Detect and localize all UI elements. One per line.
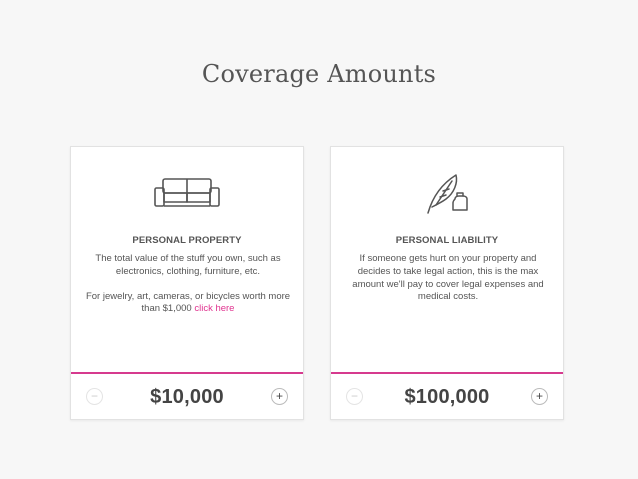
click-here-link[interactable]: click here [194, 303, 234, 314]
decrease-property-button[interactable]: − [86, 388, 103, 405]
personal-property-heading: PERSONAL PROPERTY [132, 235, 242, 246]
personal-liability-amount: $100,000 [404, 385, 490, 408]
personal-property-amount-control: − $10,000 + [71, 374, 303, 420]
quill-inkwell-icon [331, 171, 563, 215]
personal-property-note-text: For jewelry, art, cameras, or bicycles w… [85, 290, 291, 315]
increase-property-button[interactable]: + [271, 388, 288, 405]
page-title: Coverage Amounts [201, 60, 437, 88]
personal-property-note: For jewelry, art, cameras, or bicycles w… [85, 291, 291, 317]
sofa-icon [71, 171, 303, 215]
personal-property-card: PERSONAL PROPERTY The total value of the… [70, 146, 304, 420]
personal-property-amount: $10,000 [150, 385, 224, 408]
personal-property-description-text: The total value of the stuff you own, su… [95, 253, 281, 277]
personal-liability-card: PERSONAL LIABILITY If someone gets hurt … [330, 146, 564, 420]
decrease-liability-button[interactable]: − [346, 388, 363, 405]
personal-liability-heading: PERSONAL LIABILITY [395, 235, 499, 246]
increase-liability-button[interactable]: + [531, 388, 548, 405]
personal-liability-description-text: If someone gets hurt on your property an… [352, 253, 544, 303]
personal-liability-description: If someone gets hurt on your property an… [345, 253, 551, 316]
personal-property-description: The total value of the stuff you own, su… [85, 253, 291, 328]
personal-liability-amount-control: − $100,000 + [331, 374, 563, 420]
